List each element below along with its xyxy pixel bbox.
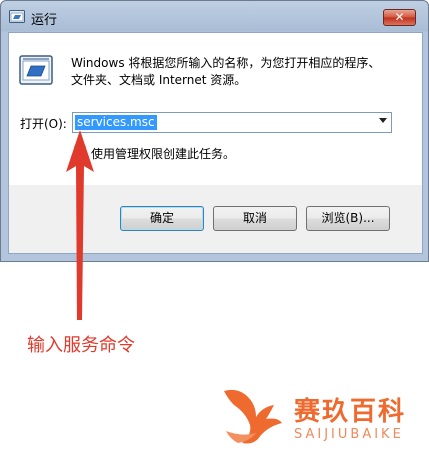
browse-button[interactable]: 浏览(B)... <box>306 206 390 231</box>
description-line-2: 文件夹、文档或 Internet 资源。 <box>71 73 247 87</box>
description-line-1: Windows 将根据您所输入的名称，为您打开相应的程序、 <box>71 56 381 70</box>
run-program-icon <box>19 55 53 85</box>
dialog-description: Windows 将根据您所输入的名称，为您打开相应的程序、 文件夹、文档或 In… <box>71 55 406 89</box>
admin-privilege-note: 使用管理权限创建此任务。 <box>91 147 236 161</box>
chevron-down-icon[interactable] <box>379 118 387 123</box>
run-title-icon <box>9 10 25 23</box>
watermark-brand: 赛玖百科 <box>294 397 407 427</box>
watermark-subtitle: SAIJIUBAIKE <box>294 427 404 442</box>
window-title: 运行 <box>31 13 58 28</box>
close-button[interactable]: ✕ <box>383 9 416 26</box>
title-bar: 运行 ✕ <box>1 1 428 32</box>
ok-button[interactable]: 确定 <box>120 206 204 231</box>
annotation-arrow <box>66 130 94 320</box>
brand-logo-icon <box>224 389 282 444</box>
open-combobox[interactable]: services.msc <box>72 112 392 133</box>
annotation-text: 输入服务命令 <box>27 335 135 356</box>
cancel-button[interactable]: 取消 <box>213 206 297 231</box>
command-input-value[interactable]: services.msc <box>75 115 157 130</box>
close-icon: ✕ <box>394 10 405 24</box>
